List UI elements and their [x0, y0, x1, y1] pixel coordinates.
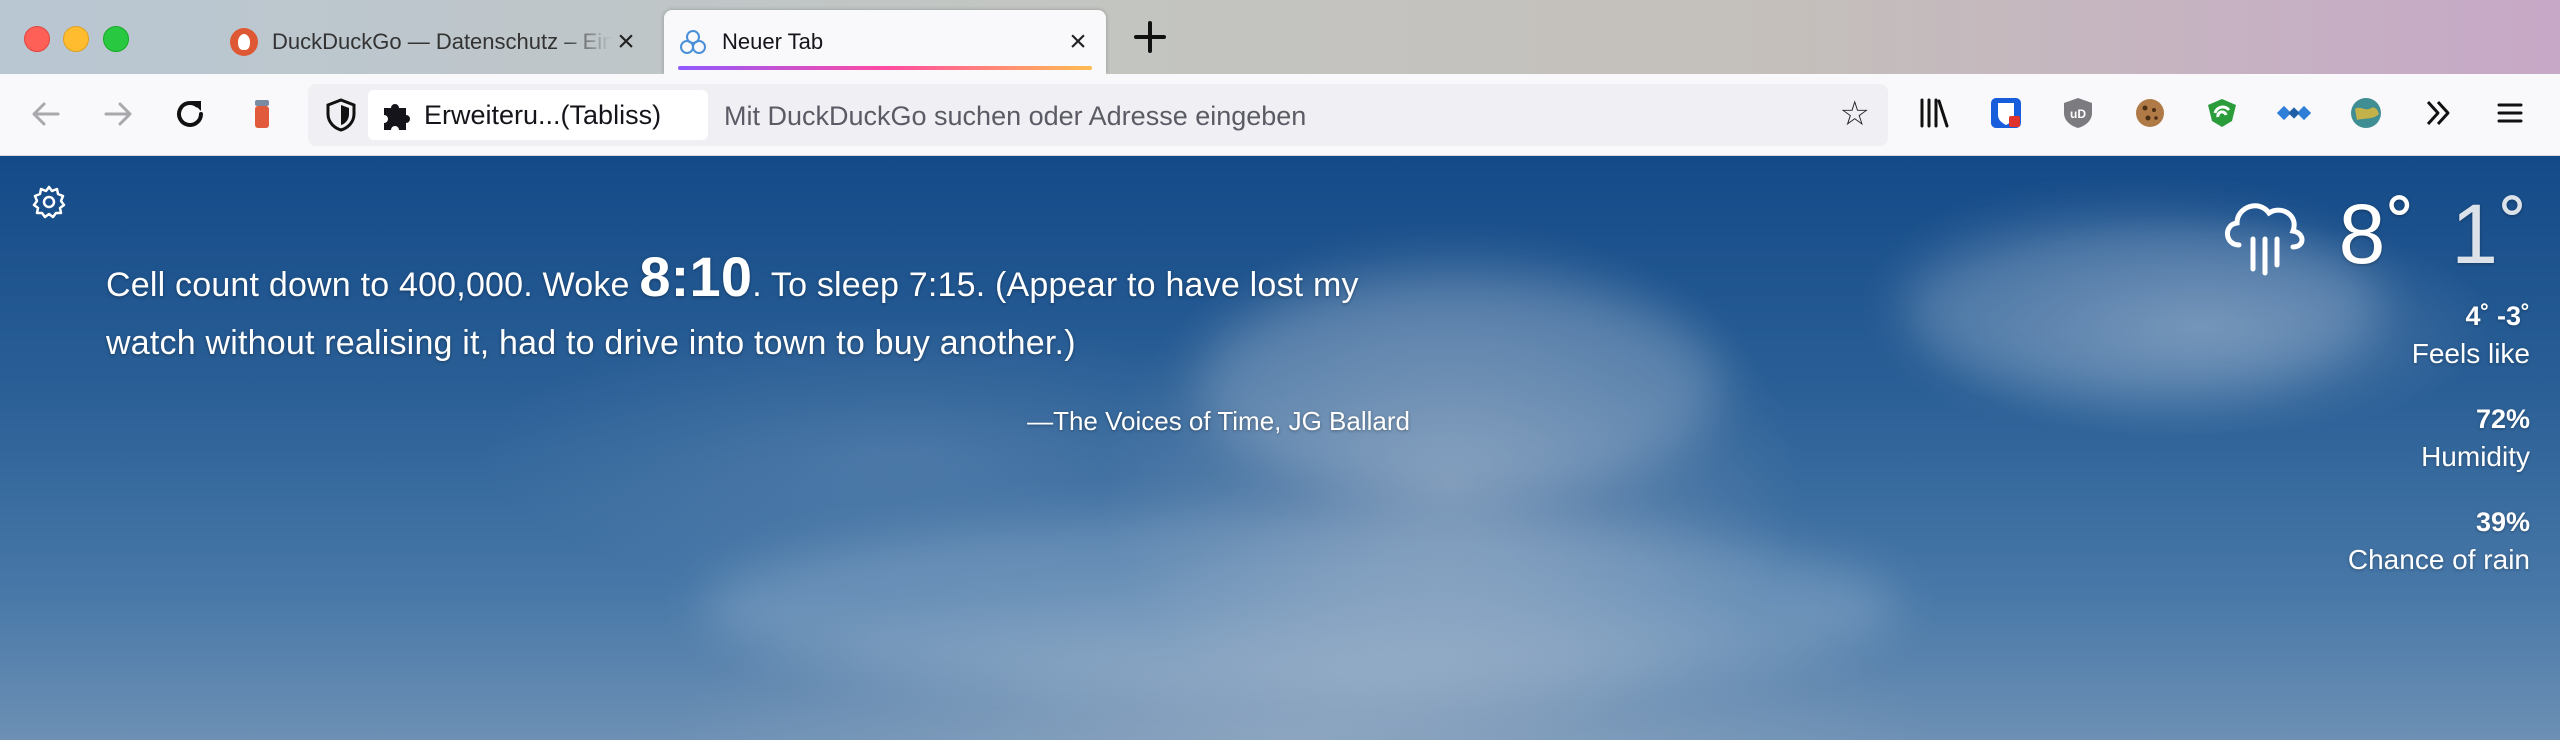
feels-like-label: Feels like [2411, 338, 2530, 369]
extension-chip-label: Erweiteru...(Tabliss) [424, 99, 662, 130]
rain-cloud-icon [2224, 202, 2305, 275]
settings-gear-icon[interactable] [30, 183, 68, 221]
bitwarden-icon [1991, 98, 2021, 128]
forward-arrow-icon [104, 102, 132, 126]
temp-low: 1˚ [2451, 187, 2530, 281]
chevron-double-right-icon [2426, 100, 2450, 126]
feels-like-row: 4˚ -3˚ Feels like [2219, 301, 2530, 370]
humidity-label: Humidity [2421, 441, 2530, 472]
tab-new-tab[interactable]: Neuer Tab × [664, 10, 1106, 74]
rain-label: Chance of rain [2347, 544, 2530, 575]
url-bar[interactable]: Erweiteru...(Tabliss) ☆ [308, 84, 1888, 146]
globe-extension-button[interactable] [2344, 91, 2388, 135]
cookie-extension-button[interactable] [2128, 91, 2172, 135]
feels-like-value: 4˚ -3˚ [2465, 301, 2530, 331]
tabliss-favicon-icon [680, 30, 706, 54]
satellite-extension-button[interactable] [2272, 91, 2316, 135]
address-input[interactable] [722, 90, 1806, 142]
reload-button[interactable] [168, 92, 212, 136]
ublock-origin-icon: uD [2064, 98, 2092, 128]
green-extension-button[interactable] [2200, 91, 2244, 135]
active-tab-indicator [678, 66, 1092, 70]
weather-widget: 8˚ 1˚ 4˚ -3˚ Feels like 72% Humidity 39% … [2219, 186, 2530, 576]
temperature-display: 8˚ 1˚ [2339, 186, 2530, 283]
window-close-button[interactable] [24, 26, 50, 52]
background-cloud [700, 516, 1900, 696]
literature-clock-quote: Cell count down to 400,000. Woke 8:10. T… [106, 248, 1386, 372]
humidity-row: 72% Humidity [2219, 404, 2530, 473]
new-tab-button[interactable] [1128, 20, 1172, 64]
window-minimize-button[interactable] [63, 26, 89, 52]
library-button[interactable] [1912, 91, 1956, 135]
tab-title: DuckDuckGo — Datenschutz – Einfach gemac… [272, 29, 612, 54]
plus-icon [1134, 21, 1166, 53]
quote-time: 8:10 [639, 245, 753, 308]
satellite-icon [2277, 105, 2311, 121]
puzzle-piece-icon [384, 104, 410, 130]
tab-title: Neuer Tab [722, 29, 824, 54]
green-shield-icon [2208, 99, 2236, 127]
globe-icon [2351, 98, 2381, 128]
navigation-toolbar: Erweiteru...(Tabliss) ☆ uD [0, 74, 2560, 156]
forward-button[interactable] [96, 92, 140, 136]
temp-high: 8˚ [2338, 187, 2418, 281]
humidity-value: 72% [2475, 404, 2530, 434]
extension-button[interactable] [240, 92, 284, 136]
ublock-origin-button[interactable]: uD [2056, 91, 2100, 135]
back-button[interactable] [24, 92, 68, 136]
extension-identity-chip[interactable]: Erweiteru...(Tabliss) [368, 90, 708, 140]
quote-text-before: Cell count down to 400,000. Woke [106, 266, 640, 304]
duckduckgo-favicon-icon [230, 28, 258, 56]
extension-icon [255, 100, 269, 128]
window-zoom-button[interactable] [103, 26, 129, 52]
reload-icon [177, 101, 203, 127]
cookie-icon [2136, 99, 2164, 127]
rain-value: 39% [2475, 507, 2530, 537]
svg-text:uD: uD [2070, 107, 2086, 121]
tab-strip: DuckDuckGo — Datenschutz – Einfach gemac… [0, 0, 2560, 74]
back-arrow-icon [32, 102, 60, 126]
new-tab-page: Cell count down to 400,000. Woke 8:10. T… [0, 156, 2560, 740]
quote-author: —The Voices of Time, JG Ballard [1027, 406, 1410, 436]
app-menu-button[interactable] [2488, 91, 2532, 135]
overflow-menu-button[interactable] [2416, 91, 2460, 135]
hamburger-menu-icon [2497, 103, 2523, 123]
close-icon[interactable]: × [1064, 27, 1092, 57]
bookmark-star-icon[interactable]: ☆ [1840, 94, 1870, 134]
rain-row: 39% Chance of rain [2219, 507, 2530, 576]
tab-duckduckgo[interactable]: DuckDuckGo — Datenschutz – Einfach gemac… [216, 10, 654, 74]
library-icon [1920, 98, 1949, 128]
tracking-protection-shield-icon[interactable] [322, 96, 360, 134]
bitwarden-extension-button[interactable] [1984, 91, 2028, 135]
close-icon[interactable]: × [612, 27, 640, 57]
